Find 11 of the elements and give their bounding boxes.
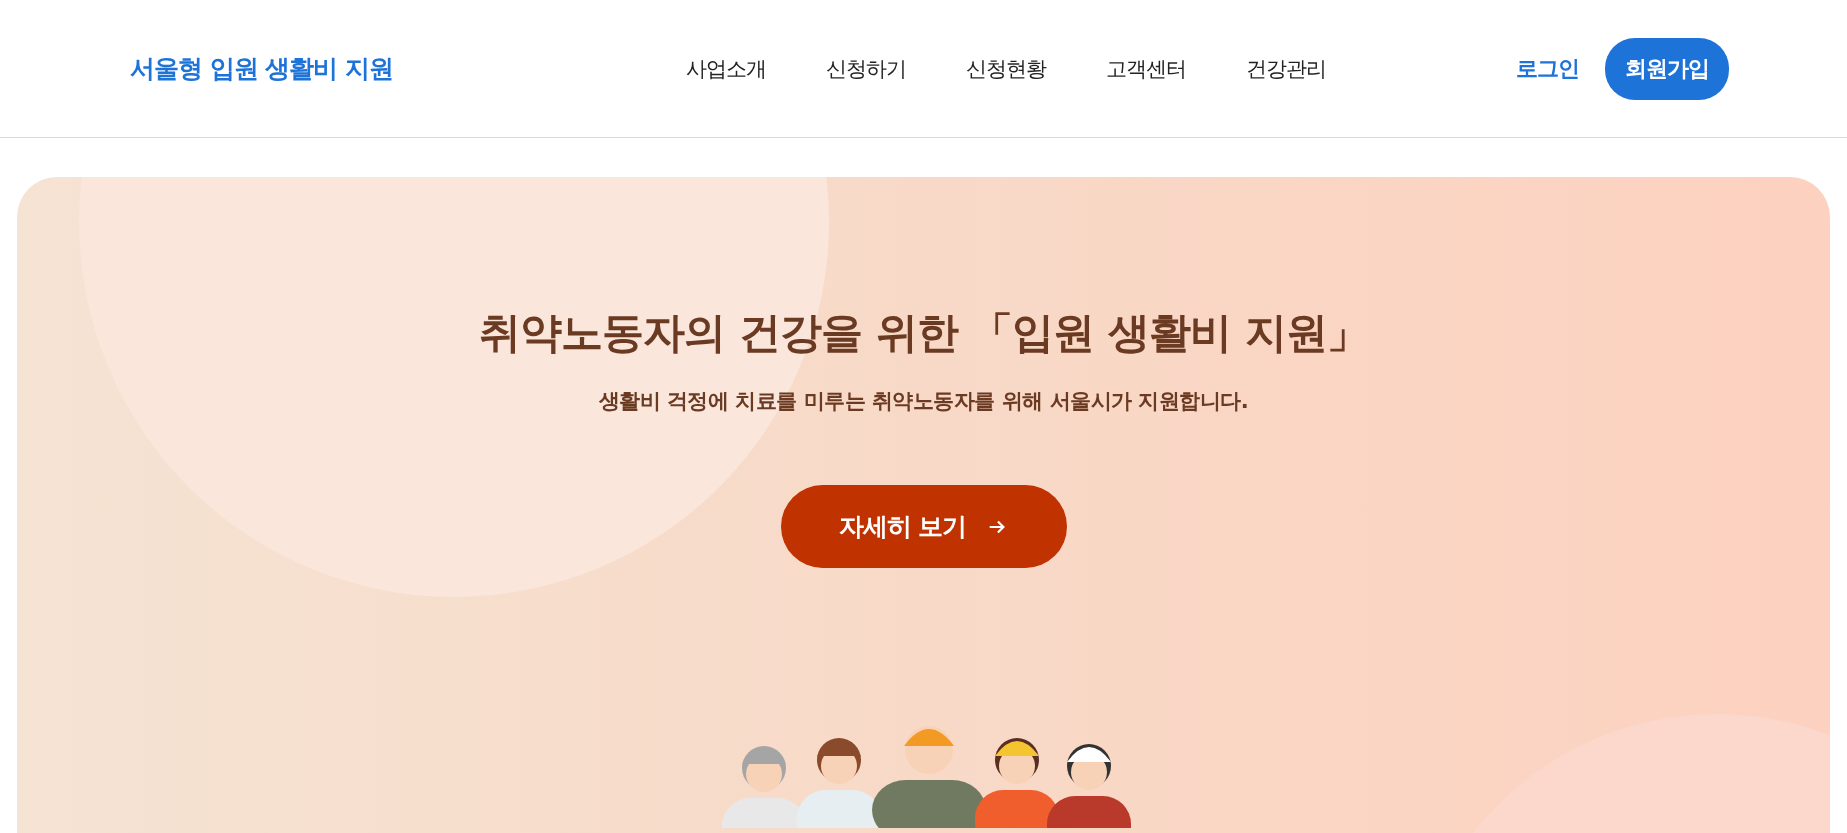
hero-title: 취약노동자의 건강을 위한 「입원 생활비 지원」 [479, 307, 1368, 359]
nav-link[interactable]: 사업소개 [686, 54, 766, 83]
nav-link[interactable]: 고객센터 [1106, 54, 1186, 83]
hero-subtitle: 생활비 걱정에 치료를 미루는 취약노동자를 위해 서울시가 지원합니다. [598, 388, 1249, 415]
signup-button[interactable]: 회원가입 [1605, 37, 1729, 100]
nav-link[interactable]: 신청현황 [966, 54, 1046, 83]
details-button[interactable]: 자세히 보기 [780, 485, 1067, 568]
nav-link[interactable]: 신청하기 [826, 54, 906, 83]
site-logo[interactable]: 서울형 입원 생활비 지원 [130, 52, 460, 85]
login-link[interactable]: 로그인 [1516, 53, 1579, 84]
nav-link[interactable]: 건강관리 [1246, 54, 1326, 83]
